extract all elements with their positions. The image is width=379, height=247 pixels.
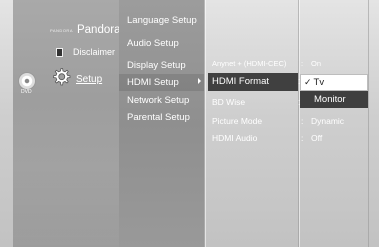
disc-icon	[18, 72, 36, 90]
setting-picture-mode-row[interactable]: Picture Mode: Dynamic	[212, 114, 344, 128]
setup-menu-item[interactable]: Setup	[76, 74, 102, 85]
submenu-item-language-setup[interactable]: Language Setup	[127, 14, 197, 28]
dropdown-option-monitor-label: Monitor	[314, 94, 346, 105]
disc-type-label: DVD	[21, 89, 32, 95]
pandora-menu-item[interactable]: PANDORA Pandora	[50, 20, 120, 40]
setting-hdmi-format-name: HDMI Format	[212, 76, 269, 87]
setting-hdmi-audio-name: HDMI Audio	[212, 133, 258, 143]
submenu-item-hdmi-setup[interactable]: HDMI Setup	[127, 76, 179, 90]
setting-anynet-row[interactable]: Anynet + (HDMI-CEC): On	[212, 57, 321, 71]
setting-picture-mode-colon: :	[301, 116, 304, 126]
column-divider	[205, 0, 206, 247]
submenu-item-audio-setup[interactable]: Audio Setup	[127, 37, 179, 51]
document-icon	[56, 47, 63, 57]
dropdown-option-tv-label: Tv	[313, 77, 325, 88]
submenu-item-network-setup[interactable]: Network Setup	[127, 94, 189, 108]
submenu-arrow-icon	[198, 78, 201, 84]
submenu-item-display-setup[interactable]: Display Setup	[127, 59, 186, 73]
pandora-label: Pandora	[76, 24, 121, 36]
setting-hdmi-audio-row[interactable]: HDMI Audio: Off	[212, 131, 322, 145]
setting-hdmi-audio-colon: :	[301, 133, 304, 143]
setting-hdmi-format-row[interactable]: HDMI Format	[212, 75, 269, 89]
setting-anynet-name: Anynet + (HDMI-CEC)	[212, 59, 287, 68]
setup-screen: PANDORA Pandora Disclaimer DVD Setup Lan…	[0, 0, 379, 247]
dropdown-option-tv[interactable]: ✓ Tv	[300, 74, 368, 91]
setting-bd-wise-row[interactable]: BD Wise	[212, 95, 301, 109]
checkmark-icon: ✓	[304, 77, 312, 87]
setting-picture-mode-value: Dynamic	[311, 116, 345, 126]
pandora-logo-icon: PANDORA	[50, 27, 73, 33]
setting-picture-mode-name: Picture Mode	[212, 116, 263, 126]
gear-icon[interactable]	[50, 66, 72, 88]
setting-hdmi-audio-value: Off	[311, 133, 323, 143]
setting-anynet-colon: :	[301, 59, 304, 68]
submenu-item-parental-setup[interactable]: Parental Setup	[127, 111, 190, 125]
disclaimer-menu-item[interactable]: Disclaimer	[56, 44, 115, 60]
dropdown-option-monitor[interactable]: Monitor	[300, 91, 368, 108]
disclaimer-label: Disclaimer	[73, 47, 116, 57]
column-divider	[368, 0, 369, 247]
setting-anynet-value: On	[311, 59, 322, 68]
setting-bd-wise-name: BD Wise	[212, 97, 246, 107]
